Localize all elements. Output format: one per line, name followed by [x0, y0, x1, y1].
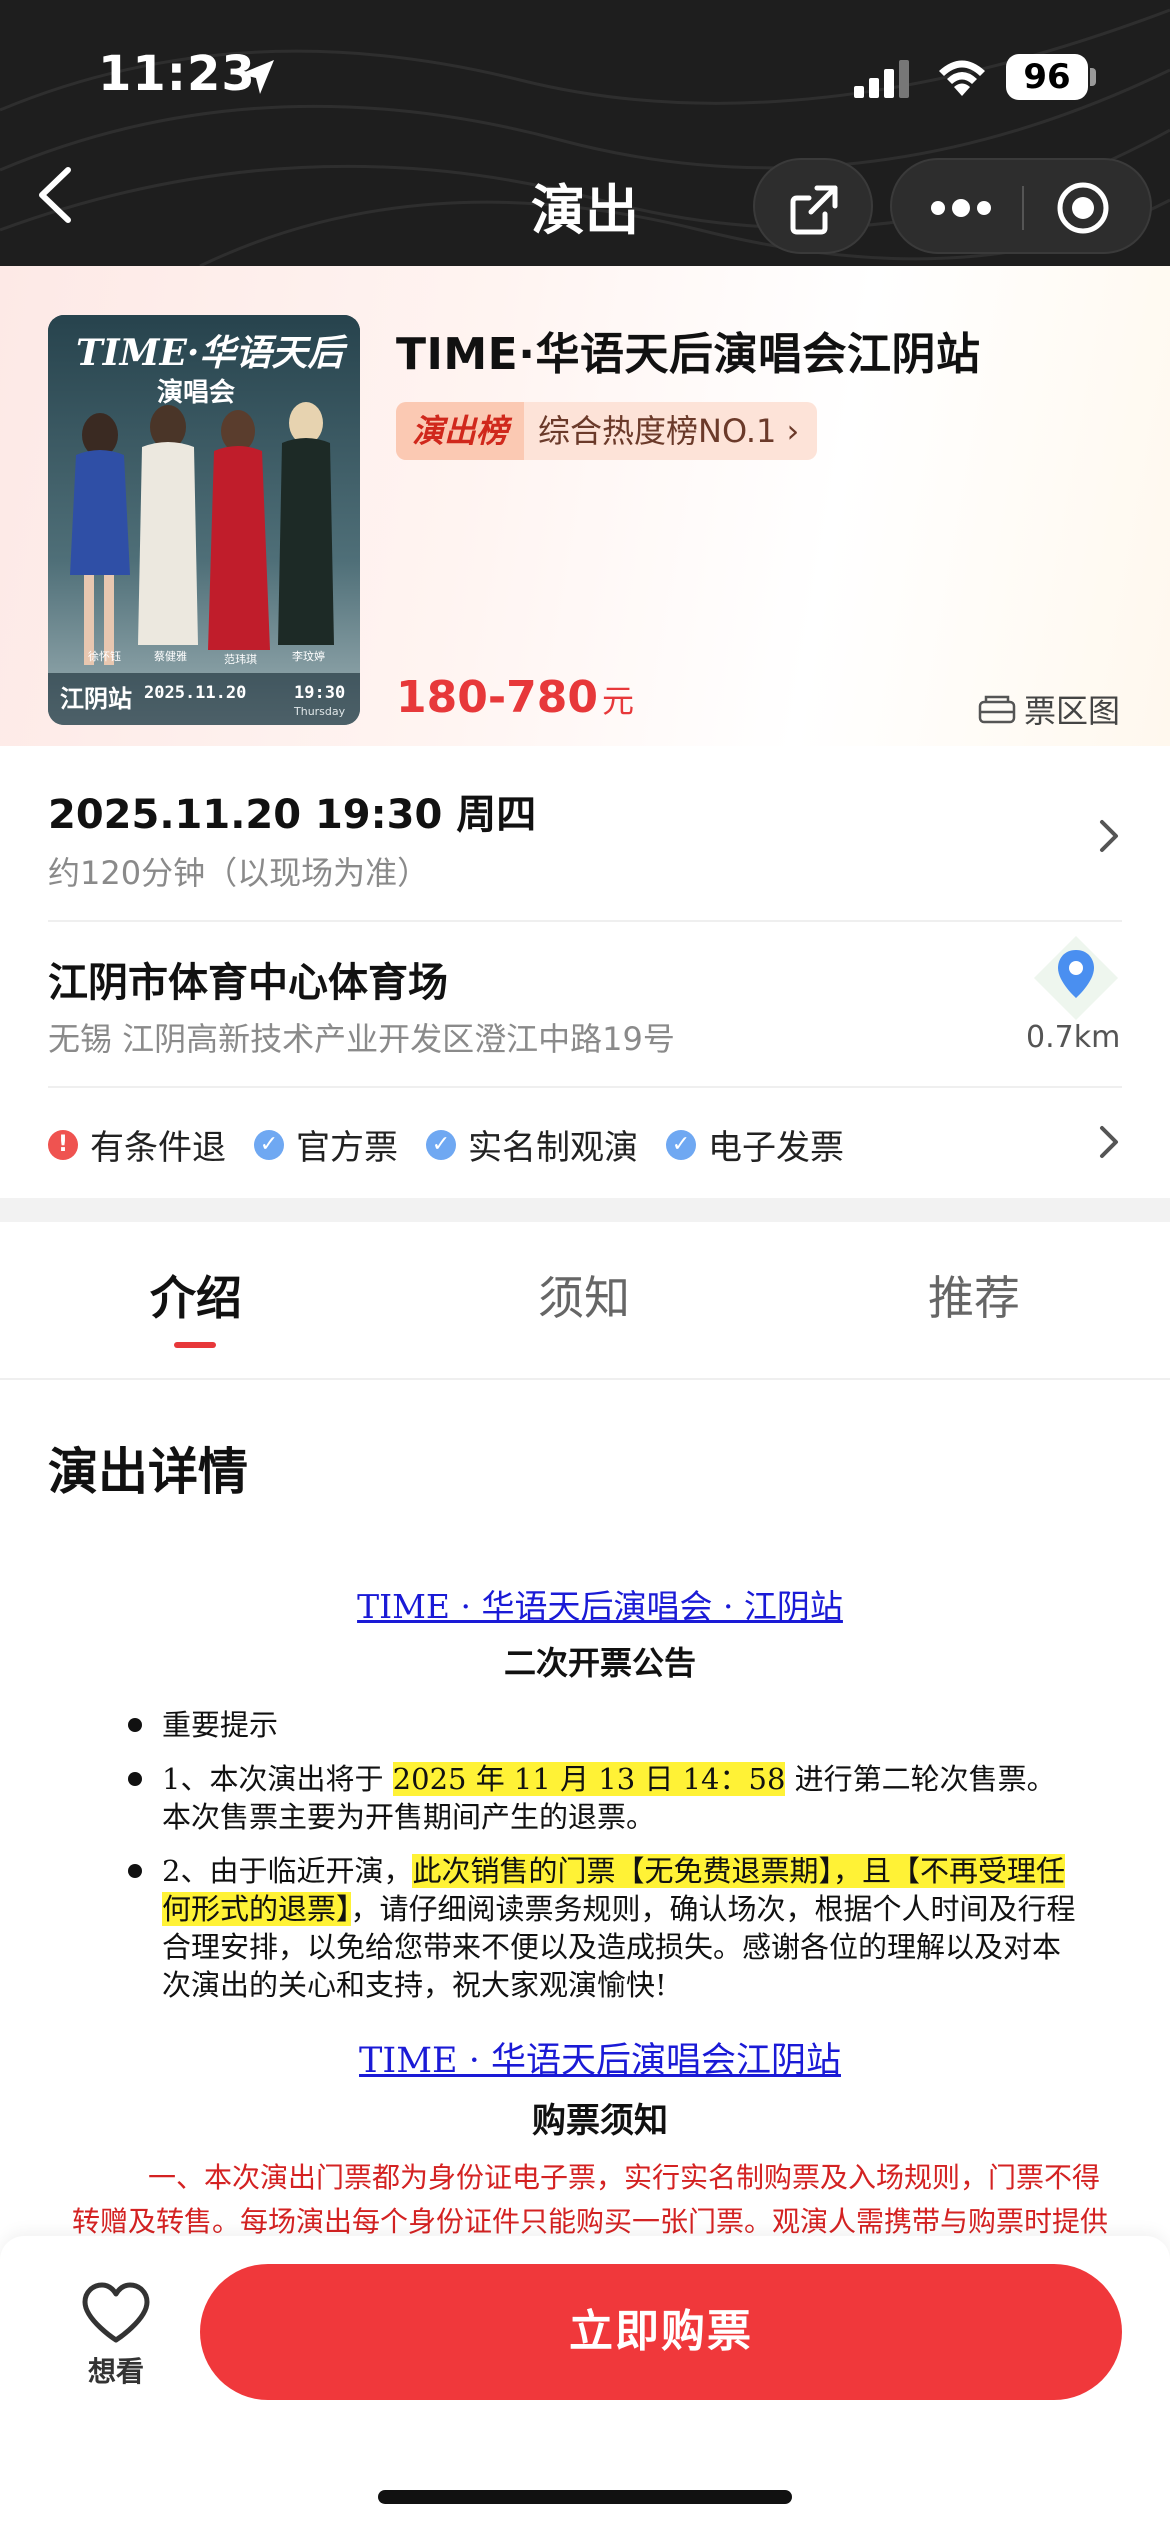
poster-weekday: Thursday [293, 705, 346, 718]
tag-label: 有条件退 [90, 1128, 226, 1168]
status-bar: 11:23 96 [0, 0, 1170, 150]
price-value: 180-780 [396, 672, 598, 723]
want-label: 想看 [87, 2355, 144, 2388]
seat-map-button[interactable]: 票区图 [978, 686, 1120, 732]
venue-name[interactable]: 江阴市体育中心体育场 [48, 950, 1122, 1008]
notice2-link[interactable]: TIME · 华语天后演唱会江阴站 [120, 2032, 1080, 2083]
check-icon: ✓ [254, 1129, 284, 1160]
list-item: 重要提示 [120, 1706, 1080, 1744]
capsule-divider [1022, 186, 1024, 230]
divider [48, 920, 1122, 922]
show-title: TIME·华语天后演唱会江阴站 [396, 329, 981, 380]
tag-invoice: ✓ 电子发票 [666, 1120, 844, 1169]
rank-label: 演出榜 [396, 402, 525, 460]
share-button[interactable] [753, 158, 873, 254]
top-bar: 11:23 96 演出 [0, 0, 1170, 266]
active-tab-indicator [174, 1342, 216, 1348]
venue-address: 无锡 江阴高新技术产业开发区澄江中路19号 [48, 1020, 675, 1058]
poster-subheadline: 演唱会 [157, 377, 235, 408]
buy-now-button[interactable]: 立即购票 [200, 2264, 1122, 2400]
poster-art: TIME·华语天后 演唱会 江阴站 2025.11.20 19:30 Thurs… [48, 315, 360, 725]
battery-indicator: 96 [1006, 54, 1088, 100]
service-tags[interactable]: ! 有条件退 ✓ 官方票 ✓ 实名制观演 ✓ 电子发票 [48, 1120, 844, 1169]
clock: 11:23 [98, 46, 256, 102]
signal-icon [854, 60, 909, 98]
details-title: 演出详情 [48, 1443, 248, 1501]
poster-name-1: 徐怀钰 [88, 649, 121, 663]
schedule-chevron-icon[interactable] [1094, 816, 1124, 856]
show-duration: 约120分钟（以现场为准） [48, 854, 430, 892]
map-pin-icon[interactable] [1034, 936, 1118, 1020]
poster-time: 19:30 [294, 683, 345, 703]
mini-program-capsule [890, 158, 1152, 254]
tab-intro[interactable]: 介绍 [150, 1262, 242, 1328]
poster-name-2: 蔡健雅 [154, 649, 187, 663]
tag-label: 电子发票 [708, 1128, 844, 1168]
close-target-icon[interactable] [1055, 180, 1111, 236]
home-indicator [378, 2490, 792, 2504]
notice1-subtitle: 二次开票公告 [503, 1644, 696, 1682]
list-item: 2、由于临近开演，此次销售的门票【无免费退票期】，且【不再受理任何形式的退票】，… [120, 1852, 1080, 2004]
exclamation-icon: ! [48, 1129, 78, 1160]
want-button[interactable]: 想看 [76, 2282, 156, 2390]
section-gap [0, 1198, 1170, 1222]
poster-city: 江阴站 [60, 685, 132, 713]
check-icon: ✓ [426, 1129, 456, 1160]
tag-label: 官方票 [296, 1128, 398, 1168]
list-item: 1、本次演出将于 2025 年 11 月 13 日 14：58 进行第二轮次售票… [120, 1760, 1080, 1836]
poster-name-3: 范玮琪 [224, 652, 257, 666]
battery-cap [1090, 68, 1096, 86]
heart-icon [82, 2282, 150, 2343]
tags-chevron-icon[interactable] [1094, 1122, 1124, 1162]
seat-map-icon [978, 695, 1016, 724]
price-unit: 元 [601, 682, 634, 720]
show-poster[interactable]: TIME·华语天后 演唱会 江阴站 2025.11.20 19:30 Thurs… [48, 315, 360, 725]
more-icon[interactable] [926, 188, 996, 228]
location-arrow-icon [240, 60, 274, 94]
notice1-link[interactable]: TIME · 华语天后演唱会 · 江阴站 [120, 1580, 1080, 1628]
divider [48, 1086, 1122, 1088]
poster-name-4: 李玟婷 [292, 649, 325, 663]
tag-real-name: ✓ 实名制观演 [426, 1120, 638, 1169]
details-content: TIME · 华语天后演唱会 · 江阴站 二次开票公告 重要提示 1、本次演出将… [72, 1580, 1108, 2288]
tag-official: ✓ 官方票 [254, 1120, 398, 1169]
notice1-bullets: 重要提示 1、本次演出将于 2025 年 11 月 13 日 14：58 进行第… [120, 1706, 1080, 2004]
tab-recommend[interactable]: 推荐 [928, 1262, 1020, 1328]
tab-bar: 介绍 须知 推荐 [0, 1222, 1170, 1380]
seat-map-label: 票区图 [1024, 692, 1121, 730]
share-icon [790, 185, 838, 235]
venue-distance: 0.7km [1026, 1020, 1121, 1055]
tag-label: 实名制观演 [468, 1128, 638, 1168]
tab-notice[interactable]: 须知 [538, 1262, 630, 1328]
price-range: 180-780 元 [396, 672, 634, 723]
poster-date: 2025.11.20 [144, 683, 246, 703]
rank-badge[interactable]: 演出榜 综合热度榜NO.1 › [396, 402, 818, 460]
wifi-icon [939, 60, 985, 96]
check-icon: ✓ [666, 1129, 696, 1160]
notice2-subtitle: 购票须知 [532, 2101, 668, 2141]
show-datetime[interactable]: 2025.11.20 19:30 周四 [48, 782, 1122, 840]
poster-headline: TIME·华语天后 [76, 332, 348, 374]
tag-refund: ! 有条件退 [48, 1120, 226, 1169]
rank-text: 综合热度榜NO.1 › [538, 412, 800, 450]
